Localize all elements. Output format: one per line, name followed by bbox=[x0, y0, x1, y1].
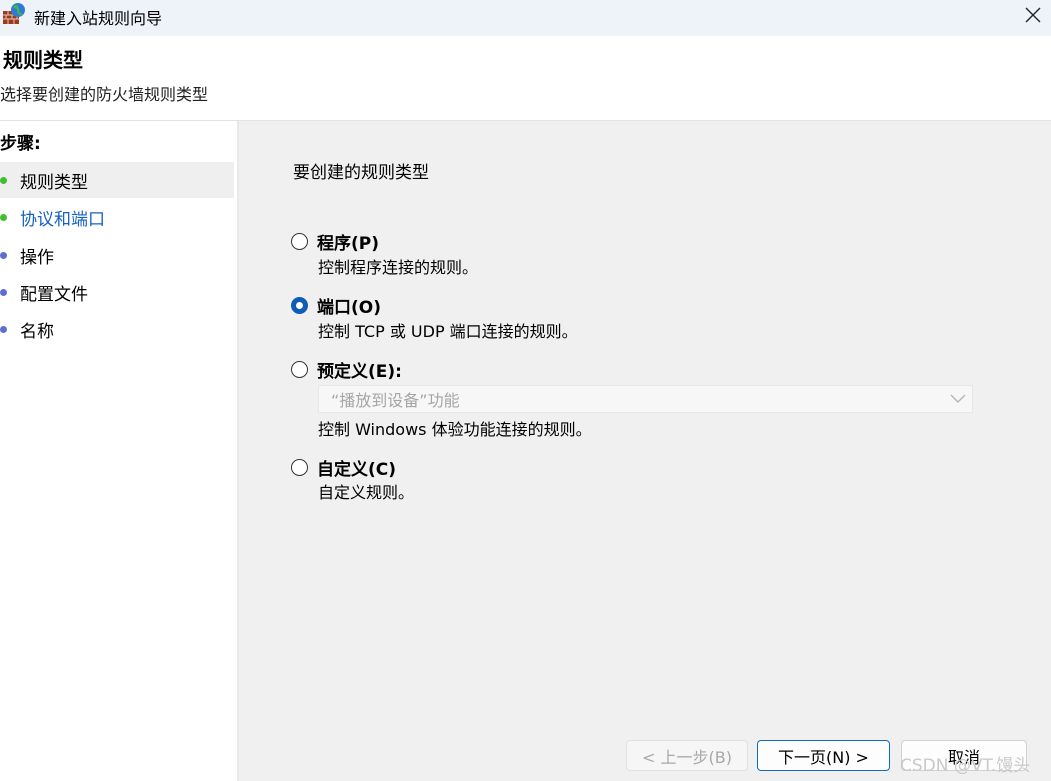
radio-port[interactable] bbox=[291, 297, 308, 314]
radio-predefined[interactable] bbox=[291, 361, 308, 378]
option-port[interactable]: 端口(O) bbox=[291, 293, 381, 318]
step-status-dot-icon bbox=[0, 288, 7, 296]
step-status-dot-icon bbox=[0, 251, 7, 259]
option-description: 自定义规则。 bbox=[318, 483, 415, 502]
page-subtitle: 选择要创建的防火墙规则类型 bbox=[0, 85, 209, 104]
step-label: 协议和端口 bbox=[20, 209, 105, 230]
option-description: 控制程序连接的规则。 bbox=[318, 258, 479, 277]
chevron-down-icon bbox=[944, 385, 972, 413]
option-label: 程序(P) bbox=[317, 234, 379, 254]
next-button[interactable]: 下一页(N) > bbox=[757, 740, 890, 771]
step-profile[interactable]: 配置文件 bbox=[0, 274, 234, 310]
window-title: 新建入站规则向导 bbox=[34, 9, 163, 28]
step-status-dot-icon bbox=[0, 325, 7, 333]
predefined-select: “播放到设备”功能 bbox=[318, 385, 973, 413]
step-status-dot-icon bbox=[0, 213, 7, 221]
steps-heading: 步骤: bbox=[0, 134, 41, 154]
predefined-select-value: “播放到设备”功能 bbox=[331, 391, 460, 410]
radio-custom[interactable] bbox=[291, 459, 308, 476]
step-name[interactable]: 名称 bbox=[0, 311, 234, 347]
step-label: 配置文件 bbox=[20, 284, 88, 305]
step-status-dot-icon bbox=[0, 176, 7, 184]
close-button[interactable] bbox=[1014, 0, 1051, 30]
watermark: CSDN @VT.馒头 bbox=[900, 756, 1031, 776]
option-description: 控制 Windows 体验功能连接的规则。 bbox=[318, 420, 592, 439]
main-content bbox=[239, 121, 1051, 781]
step-label: 规则类型 bbox=[20, 172, 88, 193]
option-label: 端口(O) bbox=[317, 298, 381, 318]
step-label: 操作 bbox=[20, 247, 54, 268]
wizard-header bbox=[0, 36, 1051, 120]
firewall-globe-icon bbox=[2, 2, 26, 26]
option-predefined[interactable]: 预定义(E): bbox=[291, 357, 402, 382]
step-label: 名称 bbox=[20, 321, 54, 342]
rule-type-prompt: 要创建的规则类型 bbox=[293, 163, 429, 183]
step-action[interactable]: 操作 bbox=[0, 237, 234, 273]
option-label: 预定义(E): bbox=[317, 362, 402, 382]
page-title: 规则类型 bbox=[3, 48, 83, 72]
back-button[interactable]: < 上一步(B) bbox=[626, 740, 748, 771]
option-description: 控制 TCP 或 UDP 端口连接的规则。 bbox=[318, 322, 578, 341]
option-program[interactable]: 程序(P) bbox=[291, 229, 379, 254]
option-custom[interactable]: 自定义(C) bbox=[291, 455, 396, 480]
step-rule-type[interactable]: 规则类型 bbox=[0, 162, 234, 198]
option-label: 自定义(C) bbox=[317, 460, 397, 480]
radio-program[interactable] bbox=[291, 233, 308, 250]
close-icon bbox=[1025, 7, 1040, 23]
step-protocol-ports[interactable]: 协议和端口 bbox=[0, 199, 234, 235]
